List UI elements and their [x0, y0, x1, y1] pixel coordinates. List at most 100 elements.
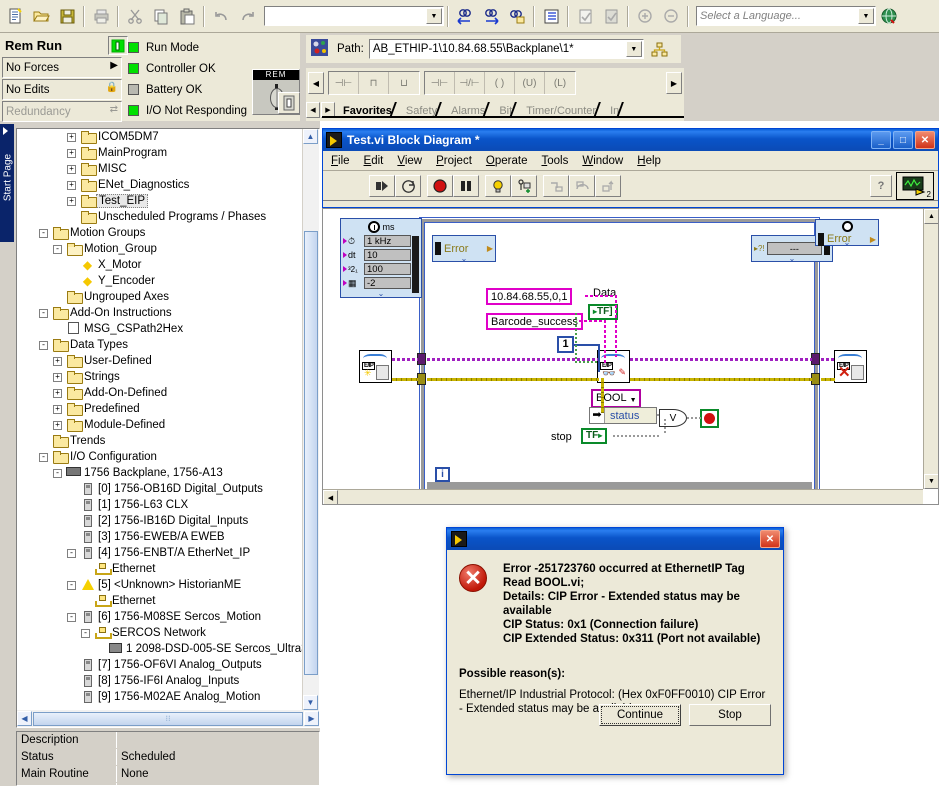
properties-grid[interactable]: Description Status Scheduled Main Routine No… — [16, 731, 320, 786]
stop-boolean-control[interactable]: TF▸ — [581, 428, 608, 444]
ladder-scroll-left-button[interactable]: ◀ — [308, 72, 324, 94]
zoom-in-icon[interactable] — [632, 4, 658, 29]
new-file-icon[interactable] — [2, 4, 28, 29]
tree-item-1756-backplane-1756-a13[interactable]: - 1756 Backplane, 1756-A13 — [17, 465, 303, 481]
tree-expander[interactable]: + — [67, 132, 76, 142]
retain-wire-values-button[interactable] — [511, 174, 537, 197]
scroll-right-icon[interactable]: ▶ — [304, 711, 319, 726]
scroll-left-icon[interactable]: ◀ — [323, 490, 338, 504]
tree-item-data-types[interactable]: - Data Types — [17, 337, 303, 353]
verify-controller-icon[interactable] — [598, 4, 624, 29]
status-or-link[interactable] — [657, 414, 661, 416]
error-out-indicator[interactable]: Error ▶ ⌄ — [815, 219, 879, 247]
tree-expander[interactable]: - — [39, 340, 48, 350]
forces-arrow-icon[interactable]: ▶ — [110, 60, 118, 71]
menu-tools[interactable]: Tools — [541, 155, 568, 167]
scroll-down-icon[interactable]: ▼ — [303, 695, 318, 710]
tree-item-4-1756-enbt-a-ethernet-ip[interactable]: - [4] 1756-ENBT/A EtherNet_IP — [17, 545, 303, 561]
error-wire-loop-right[interactable] — [630, 358, 812, 361]
tree-item-icom5dm7[interactable]: + ICOM5DM7 — [17, 129, 303, 145]
tree-vertical-scrollbar[interactable]: ▲ ▼ — [302, 129, 319, 710]
tree-item-strings[interactable]: + Strings — [17, 369, 303, 385]
save-file-icon[interactable] — [54, 4, 80, 29]
stop-loop-terminal[interactable] — [700, 409, 719, 428]
diagram-vertical-scrollbar[interactable]: ▲ ▼ — [923, 209, 938, 489]
step-into-button[interactable] — [543, 174, 569, 197]
menu-help[interactable]: Help — [637, 155, 661, 167]
scroll-up-icon[interactable]: ▲ — [303, 129, 318, 144]
controller-organizer-tree[interactable]: + ICOM5DM7 + MainProgram + MISC + ENet_Diagnost… — [16, 128, 320, 728]
labview-title-bar[interactable]: Test.vi Block Diagram * _ □ ✕ — [323, 129, 938, 151]
menu-file[interactable]: File — [331, 155, 350, 167]
error-wire-out[interactable] — [821, 358, 835, 361]
vi-icon-pane[interactable]: 2 — [896, 172, 934, 200]
error-tunnel-left[interactable] — [417, 353, 426, 365]
timed-loop-timing-node[interactable]: ms ⏱ 1 kHz dt 10 ³2₁ 100 ▦ -2 ⌄ — [340, 218, 422, 298]
or-to-stop-wire[interactable] — [687, 417, 701, 419]
new-branch-level-button[interactable]: ⊔ — [389, 72, 419, 94]
index-constant-wire[interactable] — [574, 344, 600, 346]
tag-name-constant[interactable]: Barcode_success — [486, 313, 583, 330]
tree-item-enet-diagnostics[interactable]: + ENet_Diagnostics — [17, 177, 303, 193]
run-continuously-button[interactable] — [395, 174, 421, 197]
tree-expander[interactable]: - — [67, 612, 76, 622]
refnum-branch-down[interactable] — [601, 378, 604, 413]
tree-item-add-on-instructions[interactable]: - Add-On Instructions — [17, 305, 303, 321]
new-branch-button[interactable]: ⊓ — [359, 72, 389, 94]
tree-item-module-defined[interactable]: + Module-Defined — [17, 417, 303, 433]
chevron-down-icon[interactable]: ▼ — [426, 8, 442, 24]
scroll-left-icon[interactable]: ◀ — [17, 711, 32, 726]
globe-icon[interactable] — [876, 4, 902, 29]
copy-icon[interactable] — [148, 4, 174, 29]
abort-execution-button[interactable] — [427, 174, 453, 197]
tree-item-1-2098-dsd-005-se-sercos-ultra3[interactable]: 1 2098-DSD-005-SE Sercos_Ultra3 — [17, 641, 303, 657]
datatype-enum-constant[interactable]: BOOL — [591, 389, 641, 408]
new-rung-button[interactable]: ⊣⊢ — [329, 72, 359, 94]
tree-item-trends[interactable]: Trends — [17, 433, 303, 449]
menu-project[interactable]: Project — [436, 155, 472, 167]
scroll-up-icon[interactable]: ▲ — [924, 209, 938, 224]
tree-expander[interactable]: + — [53, 388, 62, 398]
refnum-wire-loop-left[interactable] — [427, 378, 599, 381]
status-to-or-wire[interactable] — [664, 419, 666, 433]
tree-item-2-1756-ib16d-digital-inputs[interactable]: [2] 1756-IB16D Digital_Inputs — [17, 513, 303, 529]
property-row[interactable]: Main Routine None — [17, 766, 319, 783]
tree-expander[interactable]: - — [81, 628, 90, 638]
tree-item-sercos-network[interactable]: - SERCOS Network — [17, 625, 303, 641]
search-back-icon[interactable] — [452, 4, 478, 29]
error-status-unbundle[interactable]: ➡ status — [589, 407, 657, 424]
tree-expander[interactable]: - — [67, 580, 76, 590]
path-input[interactable]: AB_ETHIP-1\10.84.68.55\Backplane\1* ▼ — [368, 39, 644, 59]
tree-item-5-unknown-historianme[interactable]: - [5] <Unknown> HistorianME — [17, 577, 303, 593]
tree-expander[interactable]: + — [67, 196, 76, 206]
tree-item-user-defined[interactable]: + User-Defined — [17, 353, 303, 369]
pause-button[interactable] — [453, 174, 479, 197]
property-row[interactable]: Description — [17, 732, 319, 749]
paste-icon[interactable] — [174, 4, 200, 29]
tree-item-unscheduled-programs-phases[interactable]: Unscheduled Programs / Phases — [17, 209, 303, 225]
expand-chevron-icon[interactable]: ⌄ — [816, 239, 878, 247]
tree-expander[interactable]: + — [67, 148, 76, 158]
error-wire-loop-left[interactable] — [427, 358, 599, 361]
diagram-horizontal-scrollbar[interactable]: ◀ ▶ — [323, 489, 923, 504]
tree-item-msg-cspath2hex[interactable]: MSG_CSPath2Hex — [17, 321, 303, 337]
data-tunnel-left[interactable] — [417, 373, 426, 385]
timing-row-processor[interactable]: ▦ -2 — [341, 276, 421, 290]
print-icon[interactable] — [88, 4, 114, 29]
tree-scroll-thumb[interactable] — [304, 231, 318, 675]
routine-combo[interactable]: ▼ — [264, 6, 444, 26]
tree-expander[interactable]: + — [67, 180, 76, 190]
menu-operate[interactable]: Operate — [486, 155, 528, 167]
block-diagram-canvas[interactable]: ms ⏱ 1 kHz dt 10 ³2₁ 100 ▦ -2 ⌄ Error ▶ … — [322, 208, 939, 505]
index-constant[interactable]: 1 — [557, 336, 574, 353]
ethernetip-open-vi[interactable]: E/IP ✳ — [359, 350, 392, 383]
xio-button[interactable]: ⊣/⊢ — [455, 72, 485, 94]
error-dialog-close-button[interactable]: ✕ — [760, 530, 780, 548]
start-page-tab[interactable]: Start Page — [0, 124, 14, 242]
context-help-button[interactable]: ? — [870, 175, 892, 197]
menu-view[interactable]: View — [397, 155, 422, 167]
menu-window[interactable]: Window — [582, 155, 623, 167]
tree-item-ethernet[interactable]: Ethernet — [17, 561, 303, 577]
scroll-down-icon[interactable]: ▼ — [924, 474, 938, 489]
chevron-down-icon[interactable]: ▼ — [625, 41, 642, 57]
